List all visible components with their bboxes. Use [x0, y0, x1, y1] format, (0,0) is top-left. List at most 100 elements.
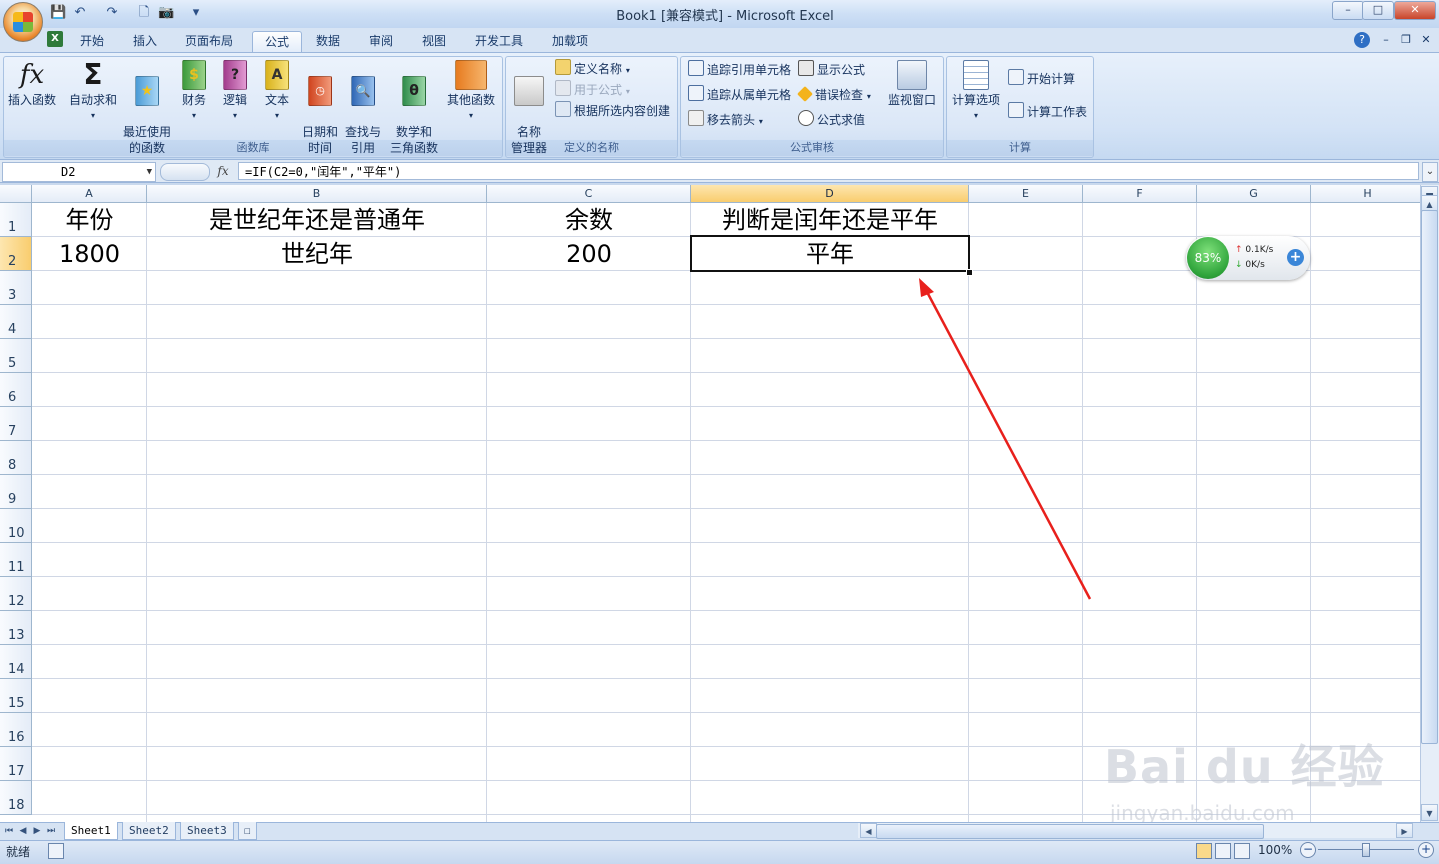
- row-header-18[interactable]: 18: [0, 781, 32, 815]
- tab-developer[interactable]: 开发工具: [463, 31, 535, 51]
- watch-window-button[interactable]: 监视窗口: [886, 60, 938, 108]
- help-icon[interactable]: ?: [1354, 32, 1370, 48]
- cell-a1[interactable]: 年份: [32, 203, 147, 237]
- redo-icon[interactable]: ↷: [104, 5, 120, 21]
- math-trig-button[interactable]: θ 数学和 三角函数: [389, 60, 439, 172]
- ribbon-restore-icon[interactable]: ❐: [1398, 32, 1414, 48]
- save-icon[interactable]: 💾: [50, 5, 66, 21]
- prev-sheet-icon[interactable]: ◀: [18, 824, 28, 838]
- ribbon-minimize-icon[interactable]: –: [1378, 32, 1394, 48]
- trace-dependents-button[interactable]: 追踪从属单元格: [688, 85, 791, 105]
- cell-b1[interactable]: 是世纪年还是普通年: [147, 203, 487, 237]
- row-header-11[interactable]: 11: [0, 543, 32, 577]
- row-header-17[interactable]: 17: [0, 747, 32, 781]
- row-header-6[interactable]: 6: [0, 373, 32, 407]
- more-functions-button[interactable]: 其他函数 ▾: [444, 60, 498, 124]
- datetime-button[interactable]: ◷ 日期和 时间: [298, 60, 342, 172]
- row-header-5[interactable]: 5: [0, 339, 32, 373]
- zoom-in-icon[interactable]: +: [1418, 842, 1434, 858]
- plus-icon[interactable]: +: [1287, 249, 1304, 266]
- zoom-slider-thumb[interactable]: [1362, 843, 1370, 857]
- cell-c2[interactable]: 200: [487, 237, 691, 271]
- scroll-down-icon[interactable]: ▼: [1421, 804, 1438, 821]
- last-sheet-icon[interactable]: ⏭: [46, 824, 56, 838]
- expand-formula-bar-icon[interactable]: ⌄: [1422, 162, 1438, 182]
- network-speed-widget[interactable]: 83% ↑ 0.1K/s ↓ 0K/s +: [1186, 236, 1310, 280]
- evaluate-formula-button[interactable]: 公式求值: [798, 110, 865, 130]
- zoom-out-icon[interactable]: −: [1300, 842, 1316, 858]
- macro-record-icon[interactable]: [48, 843, 64, 859]
- insert-sheet-icon[interactable]: ☐: [238, 822, 257, 840]
- fx-icon[interactable]: fx: [212, 163, 234, 179]
- column-header-d[interactable]: D: [691, 185, 969, 203]
- insert-function-button[interactable]: fx 插入函数: [6, 60, 58, 108]
- tab-page-layout[interactable]: 页面布局: [173, 31, 245, 51]
- tab-review[interactable]: 审阅: [357, 31, 405, 51]
- tab-data[interactable]: 数据: [304, 31, 352, 51]
- name-manager-button[interactable]: 名称 管理器: [508, 60, 550, 172]
- sheet-tab-sheet3[interactable]: Sheet3: [180, 822, 234, 840]
- formula-bar-resize-handle[interactable]: [160, 163, 210, 181]
- normal-view-icon[interactable]: [1196, 843, 1212, 859]
- create-from-selection-button[interactable]: 根据所选内容创建: [555, 101, 670, 121]
- remove-arrows-button[interactable]: 移去箭头 ▾: [688, 110, 763, 130]
- row-header-14[interactable]: 14: [0, 645, 32, 679]
- column-header-g[interactable]: G: [1197, 185, 1311, 203]
- name-box[interactable]: D2 ▼: [2, 162, 156, 182]
- undo-icon[interactable]: ↶: [72, 5, 88, 21]
- tab-formulas[interactable]: 公式: [252, 31, 303, 52]
- row-header-15[interactable]: 15: [0, 679, 32, 713]
- ribbon-close-icon[interactable]: ✕: [1418, 32, 1434, 48]
- tab-home[interactable]: 开始: [68, 31, 116, 51]
- cell-c1[interactable]: 余数: [487, 203, 691, 237]
- scroll-right-icon[interactable]: ▶: [1396, 823, 1413, 838]
- row-header-8[interactable]: 8: [0, 441, 32, 475]
- sheet-tab-sheet1[interactable]: Sheet1: [64, 822, 118, 840]
- row-header-10[interactable]: 10: [0, 509, 32, 543]
- select-all-button[interactable]: [0, 185, 32, 203]
- show-formulas-button[interactable]: 显示公式: [798, 60, 865, 80]
- column-header-c[interactable]: C: [487, 185, 691, 203]
- cell-b2[interactable]: 世纪年: [147, 237, 487, 271]
- row-header-1[interactable]: 1: [0, 203, 32, 237]
- close-button[interactable]: ✕: [1394, 1, 1436, 20]
- column-header-f[interactable]: F: [1083, 185, 1197, 203]
- row-header-16[interactable]: 16: [0, 713, 32, 747]
- trace-precedents-button[interactable]: 追踪引用单元格: [688, 60, 791, 80]
- column-header-a[interactable]: A: [32, 185, 147, 203]
- horizontal-scroll-thumb[interactable]: [876, 824, 1264, 839]
- column-header-e[interactable]: E: [969, 185, 1083, 203]
- column-header-h[interactable]: H: [1311, 185, 1420, 203]
- define-name-button[interactable]: 定义名称 ▾: [555, 59, 630, 79]
- column-header-b[interactable]: B: [147, 185, 487, 203]
- financial-button[interactable]: $ 财务 ▾: [175, 60, 213, 124]
- tab-view[interactable]: 视图: [410, 31, 458, 51]
- row-header-7[interactable]: 7: [0, 407, 32, 441]
- calc-options-button[interactable]: 计算选项 ▾: [950, 60, 1002, 124]
- maximize-button[interactable]: □: [1362, 1, 1394, 20]
- next-sheet-icon[interactable]: ▶: [32, 824, 42, 838]
- row-header-2[interactable]: 2: [0, 237, 32, 271]
- minimize-button[interactable]: –: [1332, 1, 1364, 20]
- calc-now-button[interactable]: 开始计算: [1008, 69, 1075, 89]
- row-header-4[interactable]: 4: [0, 305, 32, 339]
- customize-qat-icon[interactable]: ▾: [188, 5, 204, 21]
- camera-icon[interactable]: 📷: [158, 5, 174, 21]
- page-layout-view-icon[interactable]: [1215, 843, 1231, 859]
- formula-input[interactable]: =IF(C2=0,"闰年","平年"): [238, 162, 1419, 180]
- lookup-button[interactable]: 🔍 查找与 引用: [341, 60, 385, 172]
- page-break-view-icon[interactable]: [1234, 843, 1250, 859]
- vertical-scroll-thumb[interactable]: [1421, 210, 1438, 744]
- row-header-3[interactable]: 3: [0, 271, 32, 305]
- tab-addins[interactable]: 加载项: [540, 31, 600, 51]
- logical-button[interactable]: ? 逻辑 ▾: [216, 60, 254, 124]
- print-preview-icon[interactable]: 🗋: [136, 5, 152, 21]
- row-header-12[interactable]: 12: [0, 577, 32, 611]
- error-checking-button[interactable]: 错误检查 ▾: [797, 85, 871, 105]
- cell-a2[interactable]: 1800: [32, 237, 147, 271]
- chevron-down-icon[interactable]: ▼: [147, 163, 152, 181]
- scroll-left-icon[interactable]: ◀: [860, 823, 877, 838]
- text-button[interactable]: A 文本 ▾: [258, 60, 296, 124]
- recent-functions-button[interactable]: ★ 最近使用 的函数: [121, 60, 173, 172]
- office-button[interactable]: [3, 2, 43, 42]
